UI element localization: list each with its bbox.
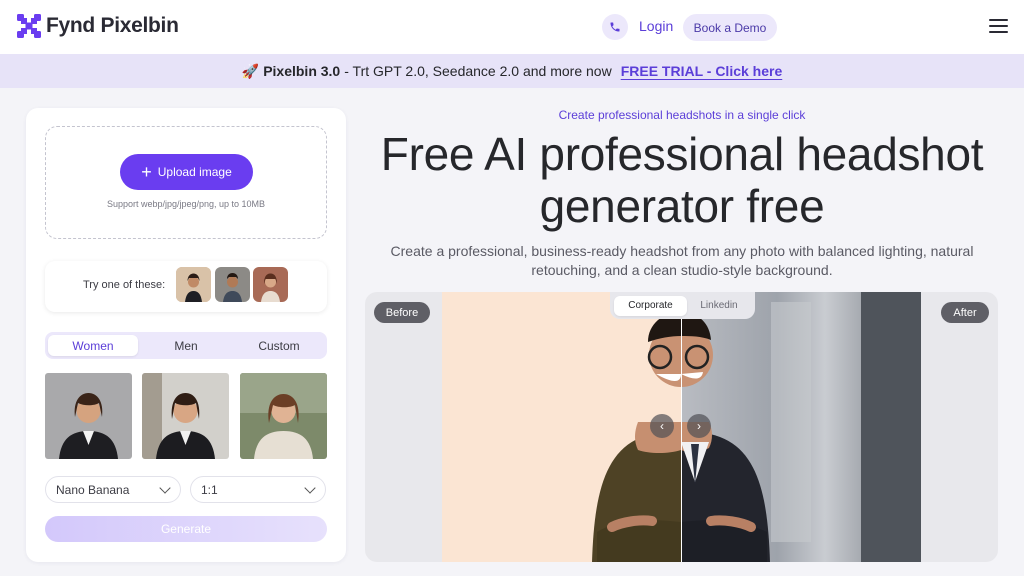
phone-button[interactable] bbox=[602, 14, 628, 40]
try-label: Try one of these: bbox=[83, 279, 166, 291]
tab-men[interactable]: Men bbox=[141, 335, 231, 356]
upload-button-label: Upload image bbox=[157, 165, 232, 179]
generate-button[interactable]: Generate bbox=[45, 516, 327, 542]
sample-thumbnail[interactable] bbox=[176, 267, 211, 302]
hamburger-menu-icon[interactable] bbox=[989, 19, 1008, 33]
banner-product: Pixelbin 3.0 bbox=[263, 63, 341, 79]
upload-dropzone[interactable]: + Upload image Support webp/jpg/jpeg/png… bbox=[45, 126, 327, 239]
sample-thumbnail[interactable] bbox=[215, 267, 250, 302]
comparison-divider[interactable] bbox=[681, 319, 682, 562]
pixelbin-logo-icon bbox=[17, 14, 41, 38]
aspect-ratio-select[interactable]: 1:1 bbox=[190, 476, 326, 503]
banner-text: - Trt GPT 2.0, Seedance 2.0 and more now bbox=[344, 63, 612, 79]
hero-eyebrow: Create professional headshots in a singl… bbox=[558, 108, 806, 122]
login-link[interactable]: Login bbox=[639, 18, 673, 34]
upload-support-text: Support webp/jpg/jpeg/png, up to 10MB bbox=[106, 199, 266, 209]
chevron-left-icon[interactable]: ‹ bbox=[650, 414, 674, 438]
page-title: Free AI professional headshot generator … bbox=[380, 128, 984, 232]
free-trial-link[interactable]: FREE TRIAL - Click here bbox=[621, 63, 783, 79]
promo-banner: 🚀 Pixelbin 3.0 - Trt GPT 2.0, Seedance 2… bbox=[0, 54, 1024, 88]
upload-image-button[interactable]: + Upload image bbox=[120, 154, 253, 190]
top-header: Fynd Pixelbin Login Book a Demo bbox=[0, 0, 1024, 54]
tab-linkedin[interactable]: Linkedin bbox=[687, 296, 751, 316]
phone-icon bbox=[610, 22, 620, 32]
before-image bbox=[442, 292, 713, 562]
logo[interactable]: Fynd Pixelbin bbox=[16, 13, 179, 39]
chevron-down-icon bbox=[304, 482, 316, 494]
tab-custom[interactable]: Custom bbox=[234, 335, 324, 356]
tab-women[interactable]: Women bbox=[48, 335, 138, 356]
tab-corporate[interactable]: Corporate bbox=[614, 295, 687, 316]
model-select-value: Nano Banana bbox=[56, 482, 130, 497]
after-image bbox=[649, 292, 921, 562]
preset-thumbnail[interactable] bbox=[142, 373, 229, 459]
before-after-comparison: ‹ › Before After Corporate Linkedin bbox=[365, 292, 998, 562]
book-demo-button[interactable]: Book a Demo bbox=[683, 14, 777, 41]
chevron-right-icon[interactable]: › bbox=[687, 414, 711, 438]
preset-thumbnail[interactable] bbox=[45, 373, 132, 459]
sample-thumbnail[interactable] bbox=[253, 267, 288, 302]
model-select[interactable]: Nano Banana bbox=[45, 476, 181, 503]
logo-text: Fynd Pixelbin bbox=[46, 14, 179, 37]
before-badge: Before bbox=[374, 302, 430, 323]
aspect-ratio-value: 1:1 bbox=[201, 482, 218, 497]
style-tabs: Corporate Linkedin bbox=[610, 292, 755, 319]
preset-thumbnail[interactable] bbox=[240, 373, 327, 459]
hero-subtitle: Create a professional, business-ready he… bbox=[390, 243, 974, 278]
chevron-down-icon bbox=[159, 482, 171, 494]
generator-panel: + Upload image Support webp/jpg/jpeg/png… bbox=[26, 108, 346, 562]
category-tabs: Women Men Custom bbox=[45, 332, 327, 359]
plus-icon: + bbox=[141, 162, 152, 182]
after-badge: After bbox=[941, 302, 989, 323]
rocket-icon: 🚀 bbox=[241, 62, 260, 79]
sample-photos-card: Try one of these: bbox=[45, 261, 327, 312]
